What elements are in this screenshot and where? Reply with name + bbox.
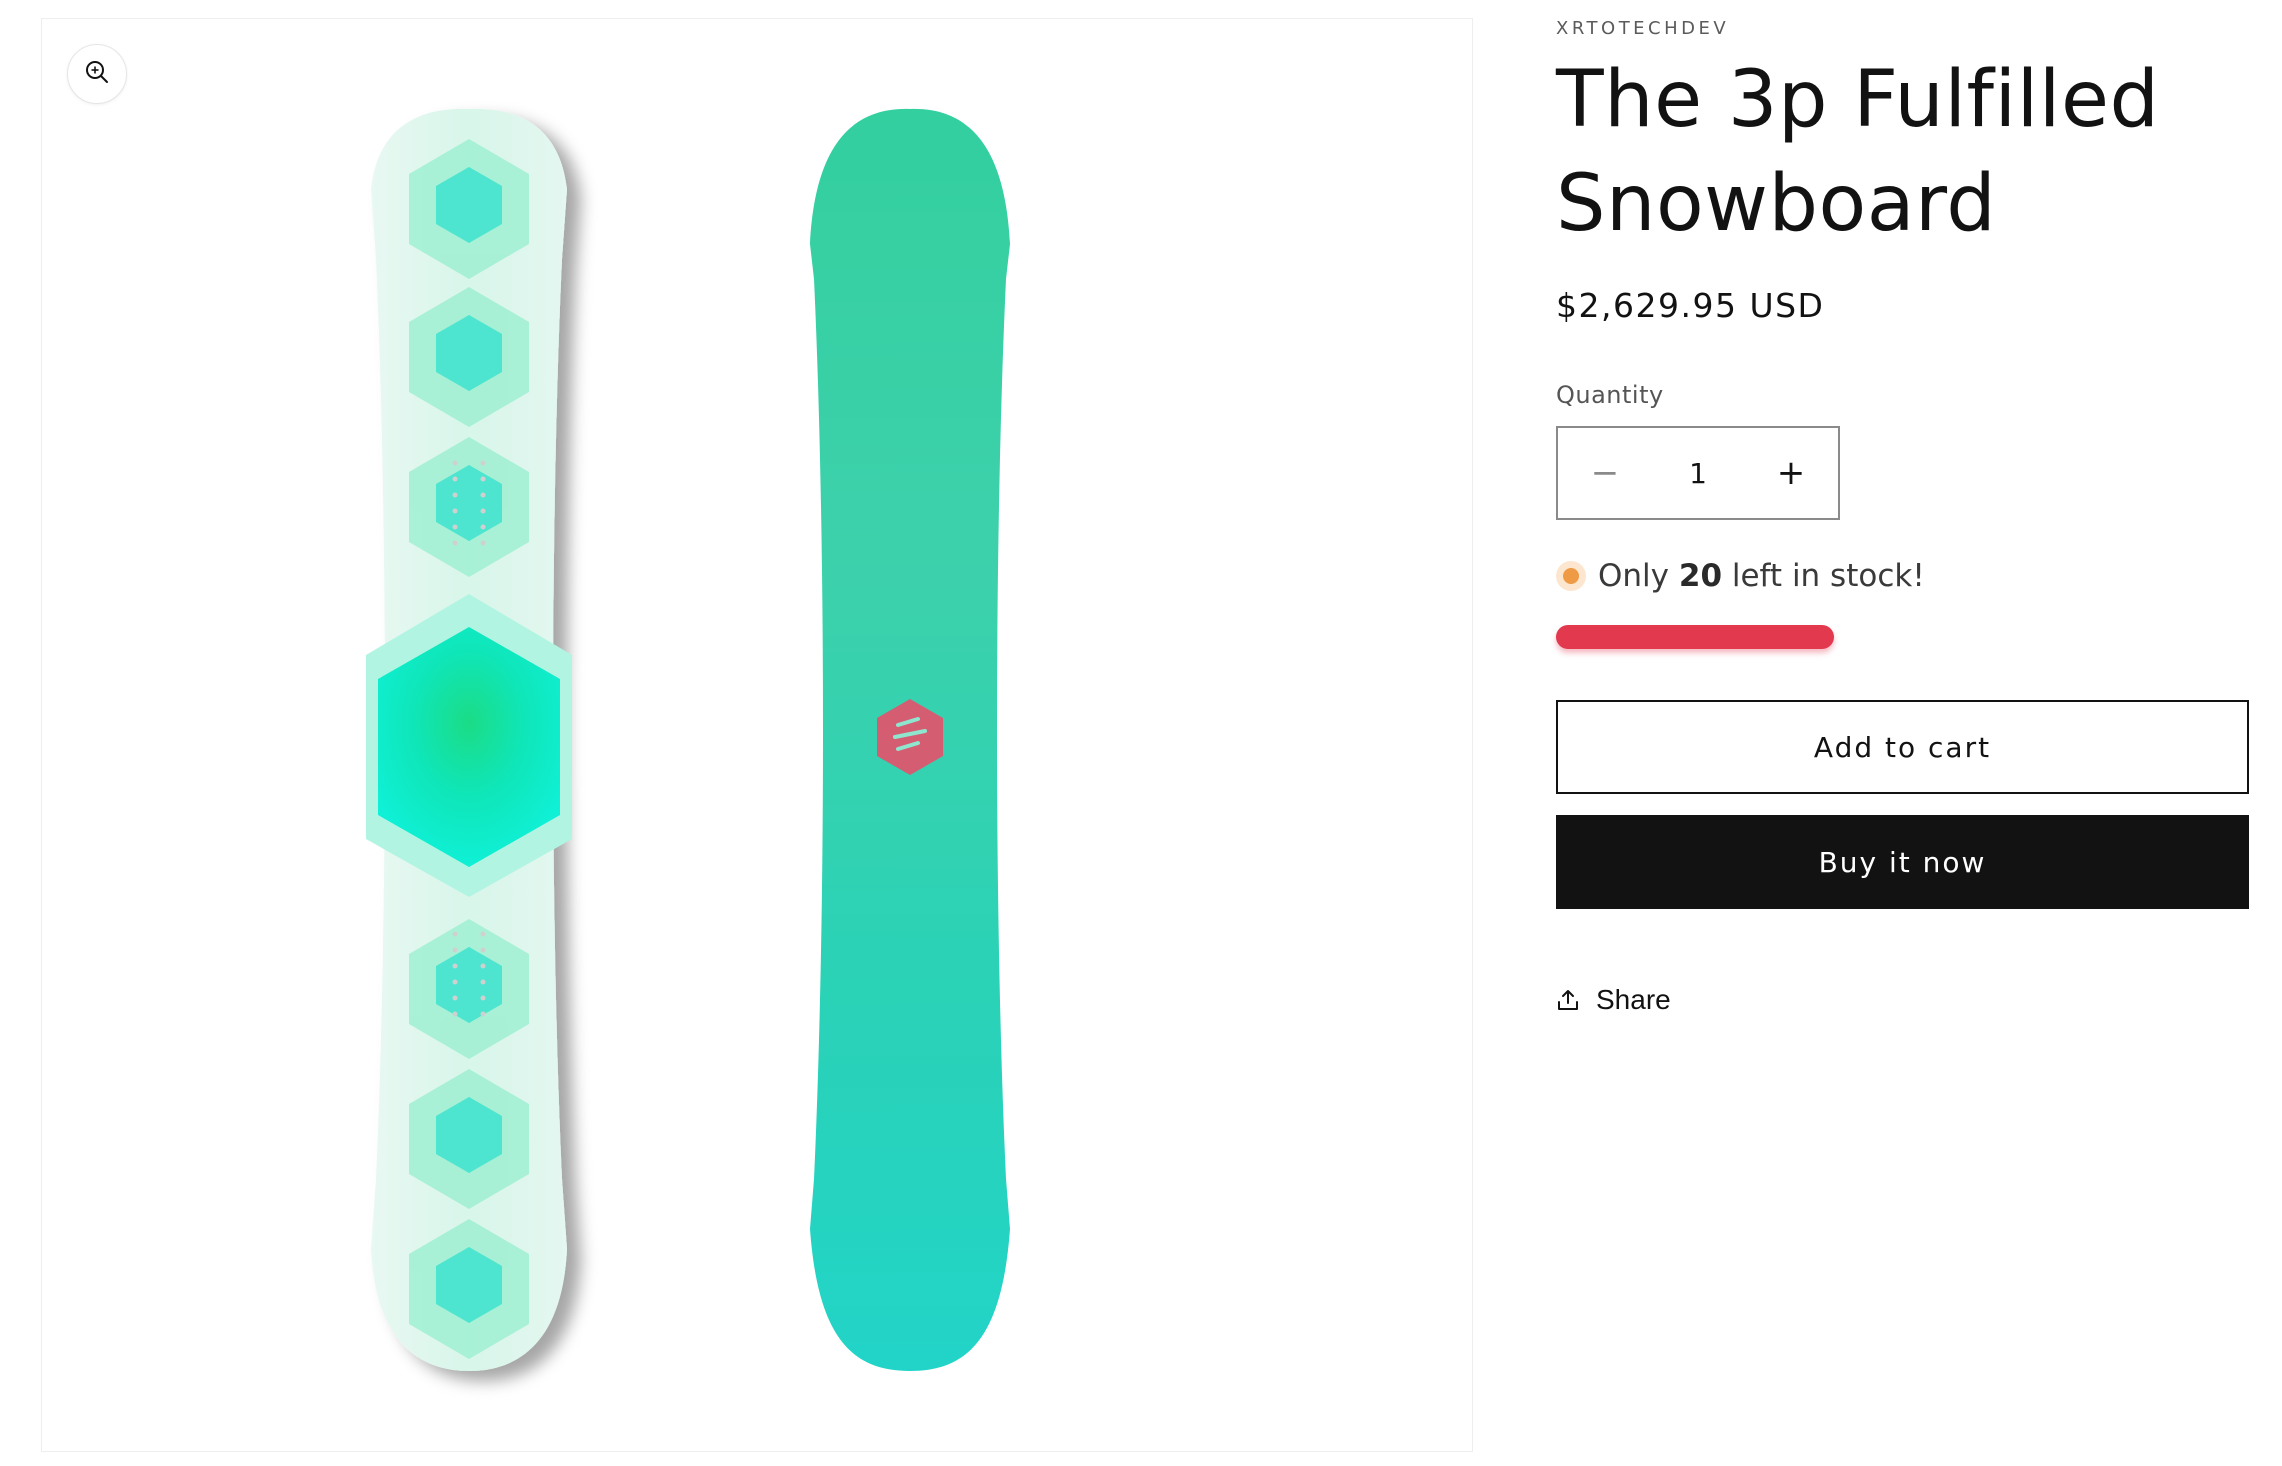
snowboard-top-view: [366, 108, 572, 1372]
product-price: $2,629.95 USD: [1556, 286, 1825, 325]
quantity-stepper: − +: [1556, 426, 1840, 520]
product-vendor: XRTOTECHDEV: [1556, 18, 1730, 39]
stock-level-bar: [1556, 625, 1834, 649]
share-label: Share: [1596, 984, 1671, 1015]
stock-level-fill: [1556, 625, 1834, 649]
product-media-gallery: [41, 18, 1473, 1452]
add-to-cart-button[interactable]: Add to cart: [1556, 700, 2249, 794]
quantity-input[interactable]: [1652, 428, 1744, 518]
share-icon: [1556, 988, 1580, 1012]
stock-status-dot-icon: [1556, 561, 1586, 591]
stock-prefix: Only: [1598, 558, 1670, 594]
buy-it-now-button[interactable]: Buy it now: [1556, 815, 2249, 909]
product-title: The 3p Fulfilled Snowboard: [1556, 55, 2160, 249]
quantity-decrease-button[interactable]: −: [1558, 428, 1652, 518]
snowboard-base-view: [810, 108, 1010, 1371]
stock-count: 20: [1678, 558, 1723, 594]
snowboard-product-image[interactable]: [42, 19, 1472, 1451]
share-button[interactable]: Share: [1556, 984, 1671, 1016]
quantity-label: Quantity: [1556, 381, 1664, 409]
stock-suffix: left in stock!: [1731, 558, 1925, 594]
quantity-increase-button[interactable]: +: [1744, 428, 1838, 518]
inventory-status: Only 20 left in stock!: [1556, 558, 1925, 594]
